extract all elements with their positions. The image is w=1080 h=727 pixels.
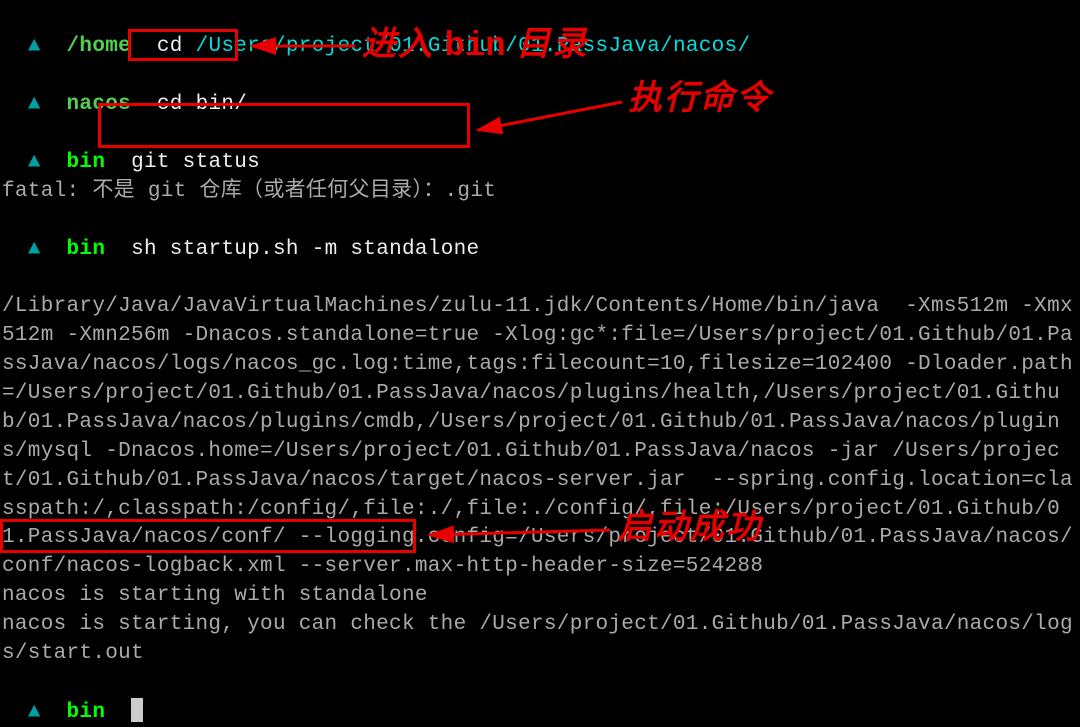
prompt-dir: nacos (67, 93, 132, 116)
prompt-line-bin-startup: ▲ bin sh startup.sh -m standalone (2, 207, 1078, 265)
cursor-icon (131, 698, 143, 722)
prompt-arrow-icon: ▲ (28, 238, 41, 261)
cmd-text: sh startup.sh -m standalone (131, 238, 479, 261)
cmd-text: git status (131, 151, 260, 174)
prompt-line-bin-git: ▲ bin git status (2, 120, 1078, 178)
prompt-arrow-icon: ▲ (28, 701, 41, 724)
prompt-dir: /home (67, 35, 132, 58)
prompt-line-final[interactable]: ▲ bin (2, 669, 1078, 727)
prompt-dir: bin (67, 238, 106, 261)
prompt-line-nacos: ▲ nacos cd bin/ (2, 62, 1078, 120)
prompt-dir: bin (67, 701, 106, 724)
prompt-dir: bin (67, 151, 106, 174)
prompt-arrow-icon: ▲ (28, 93, 41, 116)
cmd-text: cd (157, 35, 183, 58)
spacer (2, 265, 1078, 293)
prompt-arrow-icon: ▲ (28, 35, 41, 58)
prompt-arrow-icon: ▲ (28, 151, 41, 174)
startout-output: nacos is starting, you can check the /Us… (2, 611, 1078, 669)
prompt-line-home: ▲ /home cd /Users/project/01.Github/01.P… (2, 4, 1078, 62)
java-output: /Library/Java/JavaVirtualMachines/zulu-1… (2, 293, 1078, 583)
standalone-output: nacos is starting with standalone (2, 582, 1078, 611)
git-fatal-output: fatal: 不是 git 仓库（或者任何父目录）：.git (2, 178, 1078, 207)
cmd-text: cd bin/ (157, 93, 247, 116)
path-text: /Users/project/01.Github/01.PassJava/nac… (196, 35, 751, 58)
